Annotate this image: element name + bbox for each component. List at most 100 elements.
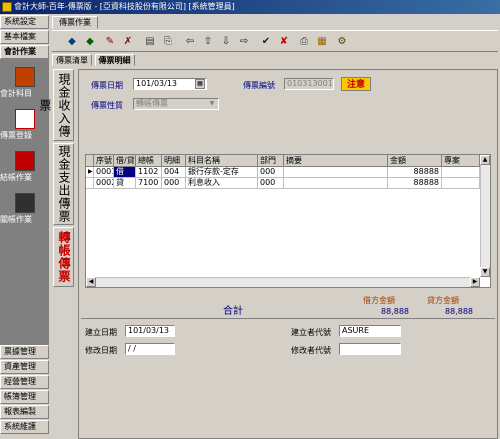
sidebar-button-accounting[interactable]: 會計作業 xyxy=(0,45,49,59)
sidebar-button-assets[interactable]: 資產管理 xyxy=(0,360,49,374)
chevron-down-icon[interactable]: ▼ xyxy=(207,99,217,109)
scroll-right-icon[interactable]: ▶ xyxy=(470,277,480,287)
note-button[interactable]: 注意 xyxy=(341,77,371,91)
arrow-left-icon[interactable]: ⇦ xyxy=(182,34,198,50)
row-indicator-icon: ▶ xyxy=(86,167,94,178)
cell-account-name[interactable]: 利息收入 xyxy=(186,178,258,189)
print-icon[interactable]: ⎙ xyxy=(296,34,312,50)
cell-detail[interactable]: 000 xyxy=(162,178,186,189)
subtab-bar: 傳票清單 傳票明細 xyxy=(52,54,135,66)
cell-debit-credit[interactable]: 貸 xyxy=(114,178,136,189)
col-debit-credit[interactable]: 借/貸 xyxy=(114,155,136,167)
arrow-right-icon[interactable]: ⇨ xyxy=(236,34,252,50)
sidebar-item-voucher-entry[interactable]: 傳票登錄 xyxy=(0,107,49,145)
cell-memo[interactable] xyxy=(284,167,388,178)
cell-memo[interactable] xyxy=(284,178,388,189)
ledger-icon xyxy=(14,67,35,87)
col-gl[interactable]: 總帳 xyxy=(136,155,162,167)
col-account-name[interactable]: 科目名稱 xyxy=(186,155,258,167)
sidebar-button-maintenance[interactable]: 系統維護 xyxy=(0,420,49,434)
sidebar-button-reports[interactable]: 報表編製 xyxy=(0,405,49,419)
subtab-voucher-detail[interactable]: 傳票明細 xyxy=(94,54,135,66)
add-icon[interactable]: ✎ xyxy=(102,34,118,50)
tab-bar: 傳票作業 xyxy=(52,16,98,29)
first-record-icon[interactable]: ◆ xyxy=(64,34,80,50)
sidebar-button-basic-files[interactable]: 基本檔案 xyxy=(0,30,49,44)
cell-project[interactable] xyxy=(442,167,480,178)
prev-record-icon[interactable]: ◆ xyxy=(82,34,98,50)
debit-total-value: 88,888 xyxy=(381,307,409,316)
voucher-number-label: 傳票編號 xyxy=(243,81,275,90)
vertical-scrollbar[interactable]: ▲ ▼ xyxy=(480,155,490,277)
cell-seq[interactable]: 0001 xyxy=(94,167,114,178)
subtab-voucher-list[interactable]: 傳票清單 xyxy=(52,54,92,66)
voucher-lines-table: 序號 借/貸 總帳 明細 科目名稱 部門 摘要 金額 專案 ▶ 0001 借 1… xyxy=(85,154,491,288)
table-header: 序號 借/貸 總帳 明細 科目名稱 部門 摘要 金額 專案 xyxy=(86,155,480,167)
exit-icon[interactable]: ⚙ xyxy=(334,34,350,50)
sidebar-button-operations[interactable]: 經營管理 xyxy=(0,375,49,389)
cell-amount[interactable]: 88888 xyxy=(388,178,442,189)
vtab-cash-receipt[interactable]: 現金收入傳票 xyxy=(38,69,74,141)
confirm-icon[interactable]: ✔ xyxy=(258,34,274,50)
created-date-label: 建立日期 xyxy=(85,328,117,337)
modifier-field xyxy=(339,343,401,355)
created-date-field: 101/03/13 xyxy=(125,325,175,337)
credit-total-value: 88,888 xyxy=(445,307,473,316)
row-indicator xyxy=(86,178,94,189)
report-icon[interactable]: ▦ xyxy=(314,34,330,50)
cell-detail[interactable]: 004 xyxy=(162,167,186,178)
voucher-form: 傳票日期 101/03/13 ▦ 傳票編號 010313001 注意 傳票性質 … xyxy=(78,69,498,439)
tab-voucher-operations[interactable]: 傳票作業 xyxy=(52,16,98,29)
col-dept[interactable]: 部門 xyxy=(258,155,284,167)
modifier-label: 修改者代號 xyxy=(291,346,331,355)
voucher-number-field: 010313001 xyxy=(284,78,334,90)
cell-gl[interactable]: 1102 xyxy=(136,167,162,178)
col-amount[interactable]: 金額 xyxy=(388,155,442,167)
cell-debit-credit[interactable]: 借 xyxy=(114,167,136,178)
table-row[interactable]: ▶ 0001 借 1102 004 銀行存款-定存 000 88888 xyxy=(86,167,480,178)
copy-icon[interactable]: ⎘ xyxy=(160,34,176,50)
modified-date-label: 修改日期 xyxy=(85,346,117,355)
cancel-icon[interactable]: ✘ xyxy=(276,34,292,50)
sidebar-button-ledgers[interactable]: 帳簿管理 xyxy=(0,390,49,404)
vtab-cash-payment[interactable]: 現金支出傳票 xyxy=(53,143,74,225)
sidebar-item-closing[interactable]: 結帳作業 xyxy=(0,149,49,187)
scroll-up-icon[interactable]: ▲ xyxy=(480,155,490,165)
arrow-up-icon[interactable]: ⇧ xyxy=(200,34,216,50)
sidebar-item-chart-of-accounts[interactable]: 會計科目 xyxy=(0,65,49,103)
col-memo[interactable]: 摘要 xyxy=(284,155,388,167)
cell-dept[interactable]: 000 xyxy=(258,167,284,178)
col-detail[interactable]: 明細 xyxy=(162,155,186,167)
sidebar-item-lock-period[interactable]: 關帳作業 xyxy=(0,191,49,229)
lock-icon xyxy=(14,193,35,213)
scroll-left-icon[interactable]: ◀ xyxy=(86,277,96,287)
toolbar: ◆ ◆ ✎ ✗ ▤ ⎘ ⇦ ⇧ ⇩ ⇨ ✔ ✘ ⎙ ▦ ⚙ xyxy=(52,30,498,52)
sidebar-button-system-settings[interactable]: 系統設定 xyxy=(0,15,49,29)
cell-seq[interactable]: 0002 xyxy=(94,178,114,189)
cell-account-name[interactable]: 銀行存款-定存 xyxy=(186,167,258,178)
vtab-transfer[interactable]: 轉帳傳票 xyxy=(53,227,74,287)
scroll-down-icon[interactable]: ▼ xyxy=(480,267,490,277)
delete-icon[interactable]: ▤ xyxy=(142,34,158,50)
sidebar-button-notes[interactable]: 票據管理 xyxy=(0,345,49,359)
edit-icon[interactable]: ✗ xyxy=(120,34,136,50)
cell-amount[interactable]: 88888 xyxy=(388,167,442,178)
title-bar: 會計大師-百年-傳票版 - [亞資科技股份有限公司] [系統管理員] xyxy=(0,0,500,14)
cell-gl[interactable]: 7100 xyxy=(136,178,162,189)
sidebar: 系統設定 基本檔案 會計作業 會計科目 傳票登錄 結帳作業 關帳作業 票據管理 … xyxy=(0,14,50,438)
window-title: 會計大師-百年-傳票版 - [亞資科技股份有限公司] [系統管理員] xyxy=(14,2,235,11)
col-project[interactable]: 專案 xyxy=(442,155,480,167)
col-seq[interactable]: 序號 xyxy=(94,155,114,167)
horizontal-scrollbar[interactable]: ◀ ▶ xyxy=(86,277,480,287)
table-row[interactable]: 0002 貸 7100 000 利息收入 000 88888 xyxy=(86,178,480,189)
voucher-icon xyxy=(14,109,35,129)
voucher-type-label: 傳票性質 xyxy=(91,101,123,110)
main-area: 傳票作業 ◆ ◆ ✎ ✗ ▤ ⎘ ⇦ ⇧ ⇩ ⇨ ✔ ✘ ⎙ ▦ ⚙ 傳票清單 … xyxy=(38,14,500,439)
voucher-date-label: 傳票日期 xyxy=(91,81,123,90)
cell-dept[interactable]: 000 xyxy=(258,178,284,189)
cell-project[interactable] xyxy=(442,178,480,189)
credit-total-label: 貸方金額 xyxy=(427,296,459,305)
audit-section: 建立日期 101/03/13 修改日期 / / 建立者代號 ASURE 修改者代… xyxy=(81,318,495,362)
calendar-icon[interactable]: ▦ xyxy=(195,79,205,89)
arrow-down-icon[interactable]: ⇩ xyxy=(218,34,234,50)
